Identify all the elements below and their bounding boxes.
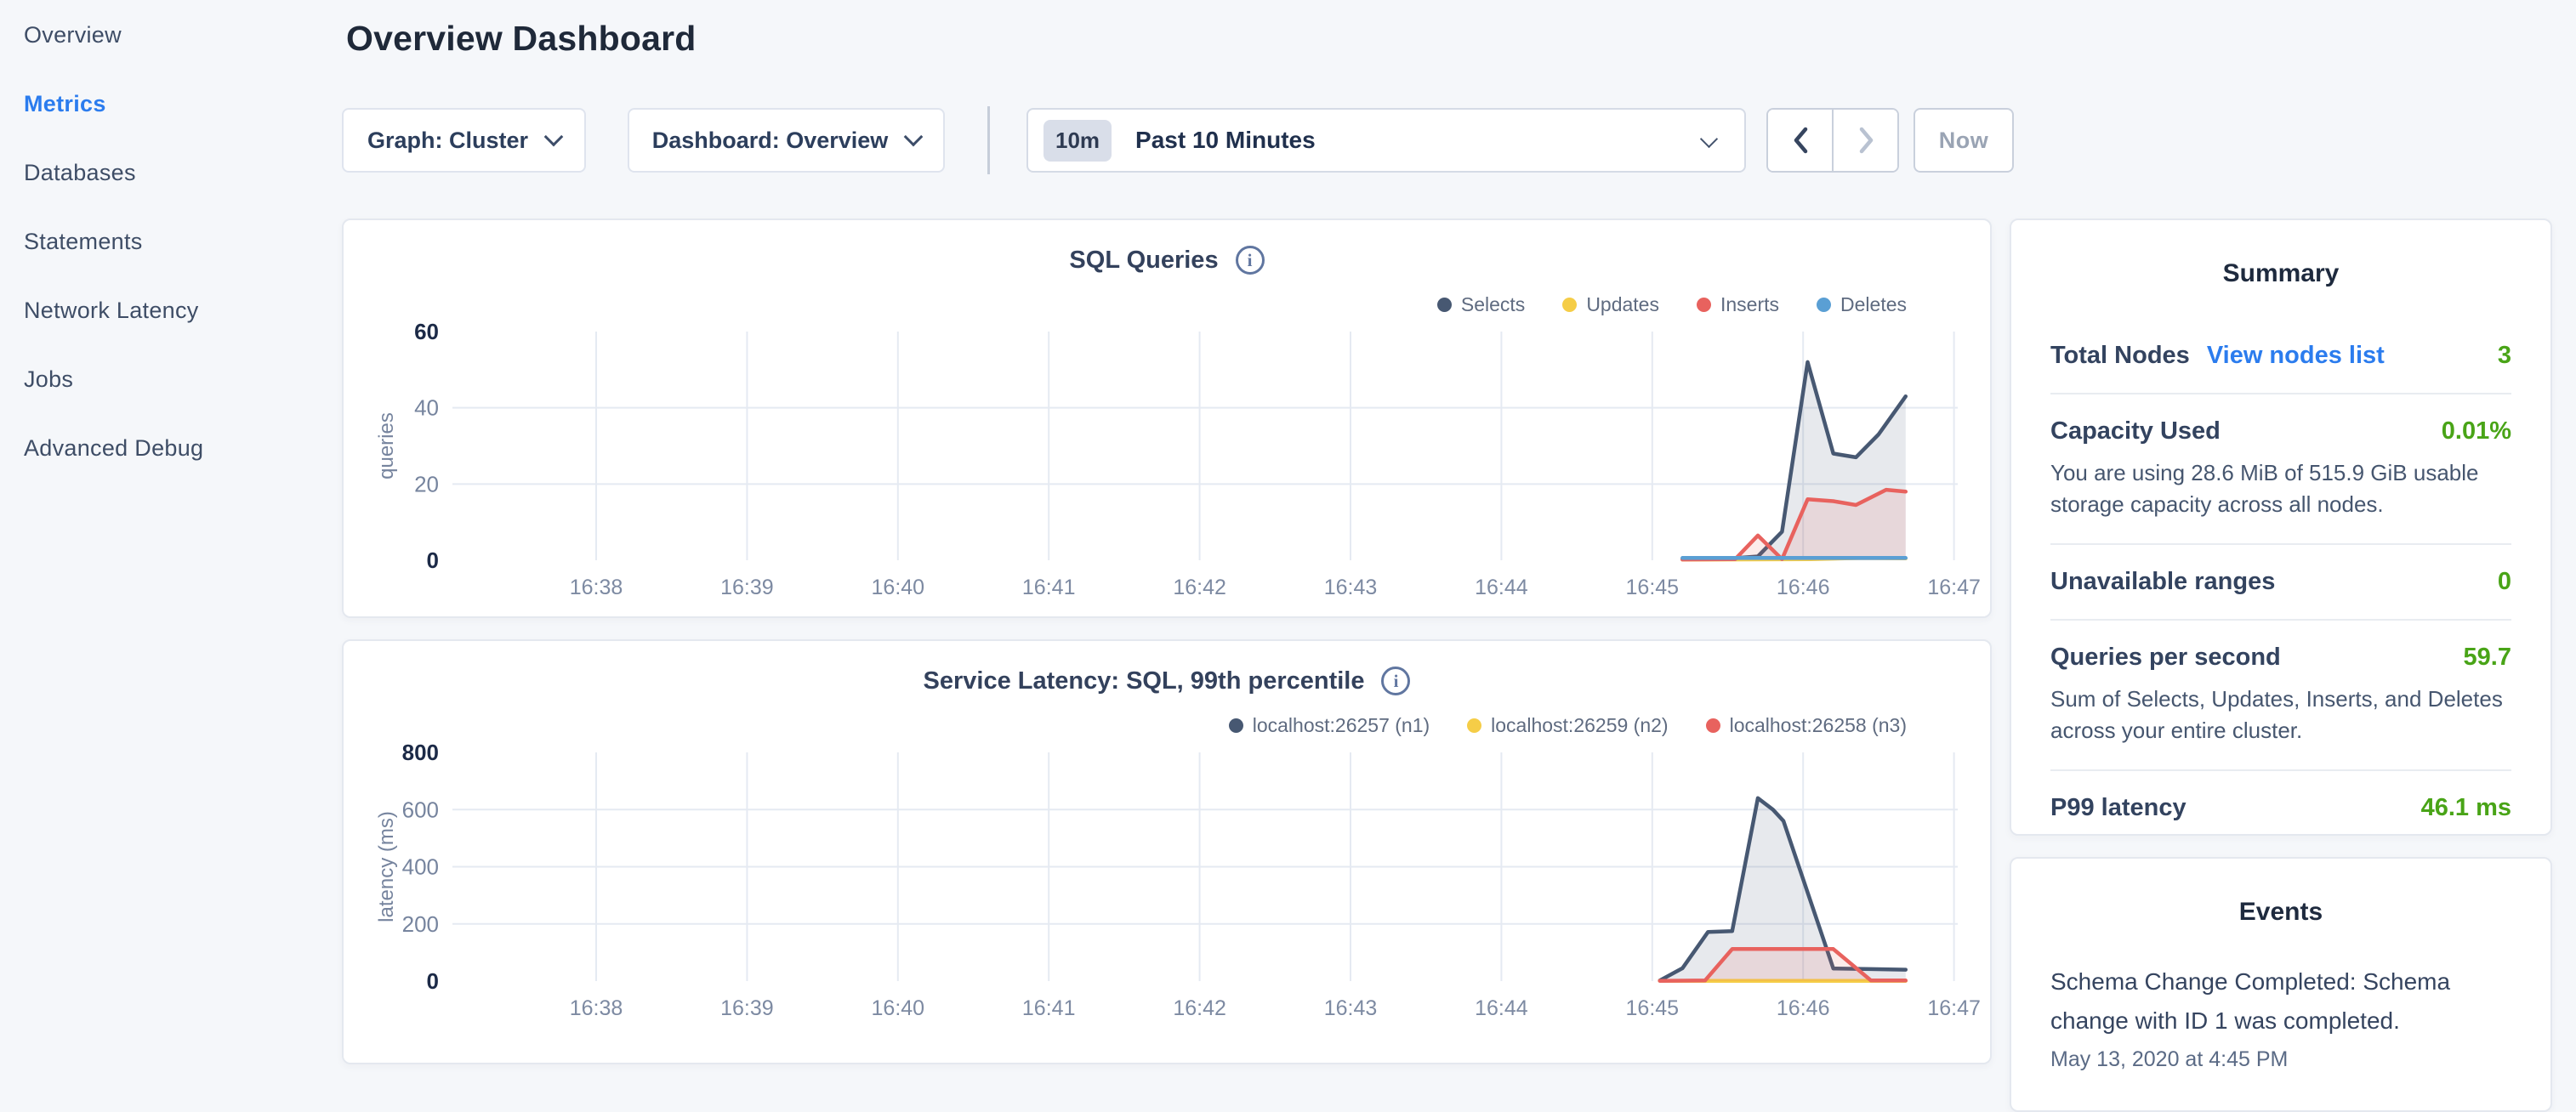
summary-row-value: 0 (2498, 568, 2511, 596)
y-axis-title: latency (ms) (375, 811, 398, 922)
overview-dashboard-page: { "sidebar": { "items": [ {"label": "Ove… (0, 0, 2576, 1051)
y-tick-label: 0 (427, 547, 439, 573)
y-tick-label: 0 (427, 968, 439, 994)
summary-row-description: Sum of Selects, Updates, Inserts, and De… (2050, 684, 2511, 746)
now-button[interactable]: Now (1914, 108, 2014, 173)
time-step-forward-button[interactable] (1832, 110, 1897, 171)
x-tick-label: 16:44 (1475, 576, 1528, 599)
event-message: Schema Change Completed: Schema change w… (2050, 962, 2511, 1041)
series-group (1660, 798, 1906, 981)
summary-row-p99-latency: P99 latency 46.1 ms (2050, 771, 2511, 845)
page-title: Overview Dashboard (346, 19, 696, 59)
service-latency-plot: 16:38 16:39 16:40 16:41 16:42 16:43 16:44 16:45… (344, 641, 1993, 1066)
chevron-down-icon (904, 128, 924, 147)
sidebar: Overview Metrics Databases Statements Ne… (0, 0, 340, 483)
x-tick-label: 16:44 (1475, 996, 1528, 1020)
x-tick-label: 16:39 (720, 576, 774, 599)
summary-row-label: Total Nodes (2050, 342, 2190, 369)
x-tick-label: 16:45 (1626, 996, 1680, 1020)
summary-row-label: Queries per second (2050, 644, 2281, 671)
x-tick-label: 16:42 (1173, 576, 1226, 599)
x-tick-label: 16:38 (570, 576, 623, 599)
y-tick-label: 800 (402, 740, 439, 765)
now-button-label: Now (1939, 128, 1989, 154)
summary-row-label: Unavailable ranges (2050, 568, 2275, 595)
x-tick-label: 16:42 (1173, 996, 1226, 1020)
x-tick-label: 16:43 (1324, 576, 1378, 599)
sidebar-item-databases[interactable]: Databases (0, 139, 340, 207)
sidebar-item-metrics[interactable]: Metrics (0, 70, 340, 139)
summary-row-value: 0.01% (2442, 417, 2511, 445)
sql-queries-chart-card: SQL Queries i SelectsUpdatesInsertsDelet… (342, 218, 1992, 618)
summary-row-queries-per-second: Queries per second 59.7 Sum of Selects, … (2050, 621, 2511, 769)
y-tick-label: 20 (414, 471, 439, 496)
x-tick-label: 16:41 (1022, 576, 1076, 599)
summary-panel: Summary Total Nodes View nodes list 3 Cap… (2010, 218, 2552, 836)
summary-row-unavailable-ranges: Unavailable ranges 0 (2050, 545, 2511, 619)
x-tick-label: 16:46 (1777, 576, 1830, 599)
chevron-down-icon (544, 128, 564, 147)
summary-row-capacity-used: Capacity Used 0.01% You are using 28.6 M… (2050, 394, 2511, 543)
y-tick-label: 600 (402, 797, 439, 822)
summary-row-label: P99 latency (2050, 794, 2186, 821)
sql-queries-plot: 16:38 16:39 16:40 16:41 16:42 16:43 16:44 16:45… (344, 220, 1993, 620)
y-tick-label: 60 (414, 319, 439, 344)
x-tick-label: 16:38 (570, 996, 623, 1020)
summary-row-value: 46.1 ms (2421, 794, 2511, 822)
view-nodes-list-link[interactable]: View nodes list (2207, 342, 2385, 369)
x-tick-label: 16:47 (1927, 996, 1981, 1020)
y-axis-title: queries (375, 412, 398, 479)
x-tick-label: 16:40 (872, 996, 925, 1020)
summary-row-description: You are using 28.6 MiB of 515.9 GiB usab… (2050, 457, 2511, 520)
chevron-left-icon (1790, 125, 1811, 156)
sidebar-item-statements[interactable]: Statements (0, 207, 340, 276)
x-tick-label: 16:39 (720, 996, 774, 1020)
event-item[interactable]: Schema Change Completed: Schema change w… (2050, 962, 2511, 1072)
x-tick-label: 16:43 (1324, 996, 1378, 1020)
events-title: Events (2050, 898, 2511, 927)
summary-title: Summary (2050, 259, 2511, 288)
time-step-buttons (1766, 108, 1899, 173)
summary-row-total-nodes: Total Nodes View nodes list 3 (2050, 319, 2511, 393)
y-tick-label: 400 (402, 854, 439, 880)
time-range-dropdown[interactable]: 10m Past 10 Minutes (1026, 108, 1746, 173)
sidebar-item-advanced-debug[interactable]: Advanced Debug (0, 414, 340, 483)
x-tick-label: 16:41 (1022, 996, 1076, 1020)
time-step-back-button[interactable] (1768, 110, 1832, 171)
time-range-label: Past 10 Minutes (1135, 127, 1316, 154)
dashboard-dropdown[interactable]: Dashboard: Overview (628, 108, 945, 173)
events-panel: Events Schema Change Completed: Schema c… (2010, 857, 2552, 1112)
sidebar-item-jobs[interactable]: Jobs (0, 345, 340, 414)
chevron-down-icon (1700, 129, 1718, 147)
chevron-right-icon (1856, 125, 1876, 156)
summary-row-value: 59.7 (2464, 644, 2511, 672)
x-tick-label: 16:40 (872, 576, 925, 599)
sidebar-item-overview[interactable]: Overview (0, 1, 340, 70)
service-latency-chart-card: Service Latency: SQL, 99th percentile i … (342, 639, 1992, 1064)
summary-row-label: Capacity Used (2050, 417, 2221, 445)
time-range-badge: 10m (1043, 120, 1112, 162)
event-timestamp: May 13, 2020 at 4:45 PM (2050, 1047, 2511, 1072)
x-tick-label: 16:45 (1626, 576, 1680, 599)
graph-scope-dropdown[interactable]: Graph: Cluster (342, 108, 586, 173)
y-tick-label: 200 (402, 911, 439, 937)
controls-divider (987, 106, 990, 174)
gridlines (452, 332, 1958, 560)
summary-row-value: 3 (2498, 342, 2511, 370)
series-group (1682, 362, 1906, 560)
graph-scope-dropdown-label: Graph: Cluster (367, 128, 528, 154)
y-tick-label: 40 (414, 395, 439, 421)
sidebar-item-network-latency[interactable]: Network Latency (0, 276, 340, 345)
x-tick-label: 16:46 (1777, 996, 1830, 1020)
x-tick-label: 16:47 (1927, 576, 1981, 599)
dashboard-dropdown-label: Dashboard: Overview (652, 128, 889, 154)
